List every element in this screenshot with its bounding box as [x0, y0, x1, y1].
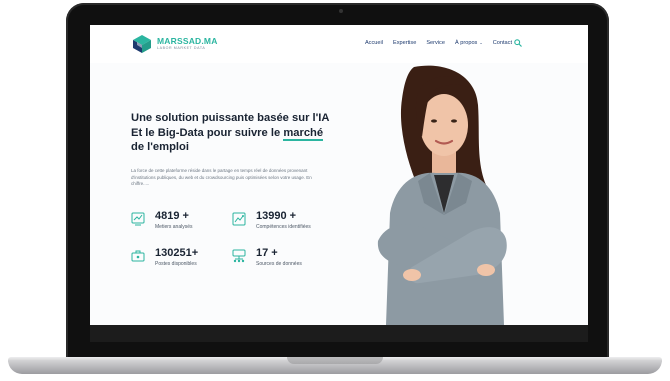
nav-expertise[interactable]: Expertise — [393, 40, 416, 46]
data-source-icon — [232, 249, 246, 263]
camera-dot — [339, 9, 343, 13]
stat-value: 130251+ — [155, 247, 199, 259]
stat-value: 4819 + — [155, 210, 189, 222]
hero-headline: Une solution puissante basée sur l'IA Et… — [131, 111, 331, 155]
hero-woman-illustration — [377, 65, 507, 325]
stat-label: Compétences identifiées — [256, 224, 311, 230]
laptop-screen: MARSSAD.MA LABOR MARKET DATA Accueil Exp… — [90, 25, 588, 325]
nav-accueil[interactable]: Accueil — [365, 40, 383, 46]
main-nav: Accueil Expertise Service À propos ⌄ Cont… — [365, 40, 512, 46]
headline-underlined: marché — [283, 126, 324, 141]
hero-section: Une solution puissante basée sur l'IA Et… — [90, 63, 588, 325]
briefcase-icon — [131, 250, 145, 262]
stat-label: Sources de données — [256, 261, 302, 267]
stat-value: 13990 + — [256, 210, 297, 222]
laptop-notch — [287, 357, 383, 364]
logo-icon — [133, 35, 151, 53]
screen-bezel-bottom — [90, 325, 588, 342]
stat-sources: 17 + Sources de données — [232, 247, 302, 267]
nav-a-propos-label: À propos — [454, 40, 478, 46]
stat-postes: 130251+ Postes disponibles — [131, 247, 198, 267]
stat-competences: 13990 + Compétences identifiées — [232, 210, 311, 230]
logo[interactable]: MARSSAD.MA LABOR MARKET DATA — [131, 34, 218, 54]
chevron-down-icon: ⌄ — [479, 40, 483, 46]
chart-icon — [131, 212, 145, 226]
nav-contact[interactable]: Contact — [493, 40, 512, 46]
brand-name: MARSSAD.MA — [157, 36, 218, 46]
skills-icon — [232, 212, 246, 226]
headline-part2: de l'emploi — [131, 141, 189, 154]
nav-service[interactable]: Service — [426, 40, 445, 46]
hero-description: La force de cette plateforme réside dans… — [131, 168, 312, 187]
nav-a-propos[interactable]: À propos ⌄ — [455, 40, 483, 46]
brand-tagline: LABOR MARKET DATA — [157, 46, 206, 50]
stat-label: Metiers analysés — [155, 224, 193, 230]
stat-value: 17 + — [256, 247, 278, 259]
site-header: MARSSAD.MA LABOR MARKET DATA Accueil Exp… — [90, 25, 588, 64]
stat-label: Postes disponibles — [155, 261, 197, 267]
search-icon[interactable] — [514, 39, 522, 47]
stat-metiers: 4819 + Metiers analysés — [131, 210, 193, 230]
